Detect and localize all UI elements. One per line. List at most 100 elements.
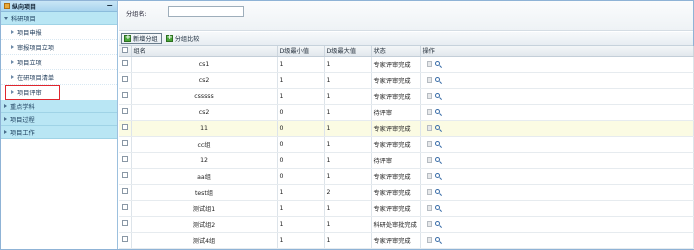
- table-row[interactable]: cc组 0 1 专家评审完成: [119, 136, 694, 153]
- cell-dmax: 1: [324, 216, 372, 233]
- sidebar-item-ongoing-list[interactable]: 在研项目清单: [1, 70, 117, 85]
- row-checkbox[interactable]: [122, 124, 128, 130]
- row-select-cell[interactable]: [119, 56, 132, 73]
- cell-dmax: 1: [324, 200, 372, 217]
- column-header-status[interactable]: 状态: [371, 46, 421, 57]
- cell-group-name: 11: [131, 120, 278, 137]
- sidebar-header[interactable]: 纵向项目 −: [1, 1, 117, 12]
- cell-actions: [420, 120, 694, 137]
- sidebar-item-project-apply[interactable]: 项目申报: [1, 25, 117, 40]
- row-select-cell[interactable]: [119, 120, 132, 137]
- row-checkbox[interactable]: [122, 60, 128, 66]
- table-row[interactable]: 测试4组 1 1 专家评审完成: [119, 232, 694, 249]
- table-row[interactable]: csssss 1 1 专家评审完成: [119, 88, 694, 105]
- document-icon[interactable]: [426, 220, 432, 227]
- row-select-cell[interactable]: [119, 72, 132, 89]
- document-icon[interactable]: [426, 236, 432, 243]
- row-checkbox[interactable]: [122, 220, 128, 226]
- magnifier-icon[interactable]: [434, 237, 440, 242]
- compare-groups-button[interactable]: 分组比较: [164, 33, 203, 44]
- column-header-dmax[interactable]: D级最大值: [324, 46, 372, 57]
- row-checkbox[interactable]: [122, 76, 128, 82]
- row-checkbox[interactable]: [122, 236, 128, 242]
- document-icon[interactable]: [426, 60, 432, 67]
- cell-status: 专家评审完成: [371, 120, 421, 137]
- magnifier-icon[interactable]: [434, 77, 440, 82]
- magnifier-icon[interactable]: [434, 93, 440, 98]
- row-checkbox[interactable]: [122, 172, 128, 178]
- magnifier-icon[interactable]: [434, 189, 440, 194]
- document-icon[interactable]: [426, 172, 432, 179]
- document-icon[interactable]: [426, 124, 432, 131]
- cell-group-name: cc组: [131, 136, 278, 153]
- document-icon[interactable]: [426, 188, 432, 195]
- row-checkbox[interactable]: [122, 204, 128, 210]
- column-header-name[interactable]: 组名: [131, 46, 278, 57]
- chevron-right-icon: [11, 75, 14, 79]
- table-row[interactable]: cs2 1 1 专家评审完成: [119, 72, 694, 89]
- chevron-right-icon: [11, 30, 14, 34]
- magnifier-icon[interactable]: [434, 61, 440, 66]
- row-select-cell[interactable]: [119, 200, 132, 217]
- table-row[interactable]: aa组 0 1 专家评审完成: [119, 168, 694, 185]
- row-checkbox[interactable]: [122, 108, 128, 114]
- document-icon[interactable]: [426, 156, 432, 163]
- cell-dmax: 1: [324, 120, 372, 137]
- sidebar-item-label: 在研项目清单: [17, 74, 55, 82]
- magnifier-icon[interactable]: [434, 109, 440, 114]
- table-row[interactable]: cs2 0 1 待评审: [119, 104, 694, 121]
- row-select-cell[interactable]: [119, 136, 132, 153]
- row-checkbox[interactable]: [122, 156, 128, 162]
- column-header-dmin[interactable]: D级最小值: [277, 46, 325, 57]
- cell-dmin: 1: [277, 200, 325, 217]
- sidebar-item-project-approval[interactable]: 项目立项: [1, 55, 117, 70]
- row-select-cell[interactable]: [119, 232, 132, 249]
- row-select-cell[interactable]: [119, 152, 132, 169]
- group-name-input[interactable]: [168, 6, 244, 17]
- table-row[interactable]: cs1 1 1 专家评审完成: [119, 56, 694, 73]
- row-select-cell[interactable]: [119, 184, 132, 201]
- row-checkbox[interactable]: [122, 188, 128, 194]
- cell-dmax: 1: [324, 136, 372, 153]
- document-icon[interactable]: [426, 92, 432, 99]
- cell-group-name: cs2: [131, 104, 278, 121]
- document-icon[interactable]: [426, 140, 432, 147]
- add-icon: [124, 33, 131, 42]
- sidebar-section-work[interactable]: 项目工作: [1, 126, 117, 139]
- document-icon[interactable]: [426, 76, 432, 83]
- collapse-icon[interactable]: −: [106, 2, 113, 10]
- sidebar-section-label: 项目过程: [10, 116, 35, 124]
- table-row[interactable]: 11 0 1 专家评审完成: [119, 120, 694, 137]
- row-select-cell[interactable]: [119, 216, 132, 233]
- select-all-cell[interactable]: [119, 46, 132, 57]
- row-checkbox[interactable]: [122, 92, 128, 98]
- sidebar-section-research[interactable]: 科研项目: [1, 12, 117, 25]
- table-row[interactable]: 12 0 1 待评审: [119, 152, 694, 169]
- magnifier-icon[interactable]: [434, 157, 440, 162]
- sidebar-section-process[interactable]: 项目过程: [1, 113, 117, 126]
- document-icon[interactable]: [426, 108, 432, 115]
- table-row[interactable]: 测试组1 1 1 专家评审完成: [119, 200, 694, 217]
- cell-group-name: 12: [131, 152, 278, 169]
- cell-actions: [420, 152, 694, 169]
- magnifier-icon[interactable]: [434, 221, 440, 226]
- add-group-button[interactable]: 新增分组: [121, 33, 162, 44]
- table-row[interactable]: 测试组2 1 1 科研处审批完成: [119, 216, 694, 233]
- row-select-cell[interactable]: [119, 168, 132, 185]
- document-icon[interactable]: [426, 204, 432, 211]
- sidebar-item-approval-application[interactable]: 审报项目立项: [1, 40, 117, 55]
- magnifier-icon[interactable]: [434, 125, 440, 130]
- cell-group-name: aa组: [131, 168, 278, 185]
- sidebar-item-label: 项目评审: [17, 89, 42, 97]
- table-row[interactable]: test组 1 2 专家评审完成: [119, 184, 694, 201]
- sidebar-item-project-review[interactable]: 项目评审: [5, 85, 60, 100]
- select-all-checkbox[interactable]: [122, 46, 128, 53]
- row-select-cell[interactable]: [119, 104, 132, 121]
- row-select-cell[interactable]: [119, 88, 132, 105]
- main-panel: 分组名: 新增分组 分组比较 组名: [119, 1, 694, 249]
- magnifier-icon[interactable]: [434, 205, 440, 210]
- magnifier-icon[interactable]: [434, 173, 440, 178]
- sidebar-section-key-discipline[interactable]: 重点学科: [1, 100, 117, 113]
- magnifier-icon[interactable]: [434, 141, 440, 146]
- row-checkbox[interactable]: [122, 140, 128, 146]
